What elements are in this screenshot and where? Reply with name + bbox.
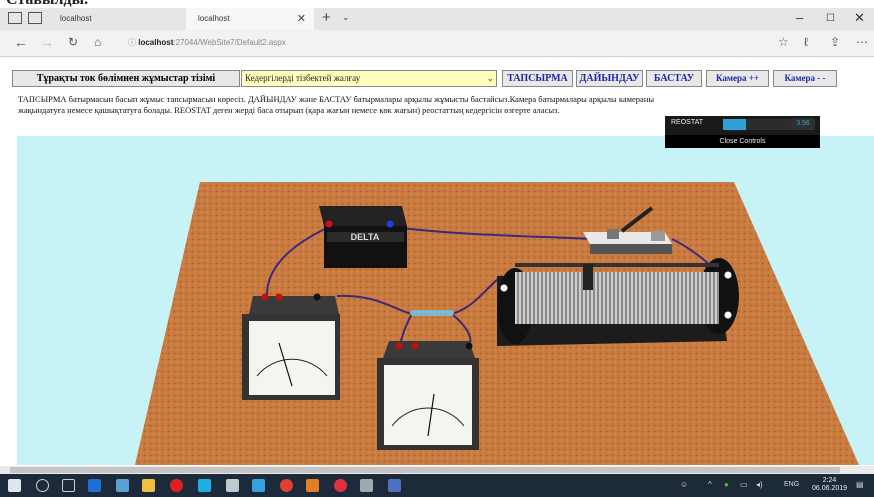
- more-icon[interactable]: ⋯: [856, 35, 868, 49]
- resistor: [410, 310, 454, 316]
- start-button[interactable]: БАСТАУ: [646, 70, 702, 87]
- reostat-slider[interactable]: [723, 119, 798, 130]
- security-icon[interactable]: ●: [724, 480, 729, 489]
- tab-back-icon[interactable]: [28, 12, 42, 24]
- refresh-icon[interactable]: ↻: [68, 35, 78, 49]
- instructions-line-1: ТАПСЫРМА батырмасын басып жұмыс тапсырма…: [18, 94, 655, 104]
- clock-time: 2:24: [822, 477, 837, 484]
- 3d-scene[interactable]: DELTA: [17, 136, 874, 465]
- url-host: localhost: [138, 38, 174, 47]
- url-field[interactable]: ⓘ localhost:27044/WebSite7/Default2.aspx: [128, 35, 728, 51]
- search-icon[interactable]: [36, 479, 49, 492]
- terminal-negative: [386, 220, 394, 228]
- home-icon[interactable]: ⌂: [94, 35, 101, 49]
- circuit-scene: DELTA: [135, 182, 859, 465]
- favorite-icon[interactable]: ☆: [778, 35, 789, 49]
- notifications-icon[interactable]: ▤: [856, 480, 864, 489]
- browser-tab-1[interactable]: localhost: [48, 8, 184, 30]
- reostat-slider-fill: [723, 119, 746, 130]
- app-icon[interactable]: [252, 479, 265, 492]
- camera-in-button[interactable]: Камера ++: [706, 70, 769, 87]
- calculator-icon[interactable]: [360, 479, 373, 492]
- reostat-label: REOSTAT: [671, 119, 704, 126]
- forward-icon[interactable]: →: [40, 34, 54, 50]
- instructions-text: ТАПСЫРМА батырмасын басып жұмыс тапсырма…: [18, 94, 798, 116]
- scroll-thumb[interactable]: [10, 467, 840, 473]
- list-button[interactable]: Тұрақты ток бөлімнен жұмыстар тізімі: [12, 70, 240, 87]
- camera-out-button[interactable]: Камера - -: [773, 70, 837, 87]
- chevron-down-icon: ⌄: [486, 73, 494, 83]
- new-tab-icon[interactable]: +: [322, 9, 331, 26]
- close-tab-icon[interactable]: ✕: [297, 8, 306, 30]
- task-button[interactable]: ТАПСЫРМА: [502, 70, 573, 87]
- instructions-line-2: жақындатуға немесе қашықтатуға болады. R…: [18, 105, 560, 115]
- url-path: :27044/WebSite7/Default2.aspx: [173, 38, 286, 47]
- top-partial-text: Ставылды.: [0, 0, 874, 8]
- clock[interactable]: 2:24 06.06.2019: [812, 477, 847, 493]
- clock-date: 06.06.2019: [812, 485, 848, 492]
- volume-icon[interactable]: ◂): [756, 480, 763, 489]
- ammeter[interactable]: [242, 293, 340, 401]
- controls-panel: REOSTAT 3.56 Close Controls: [665, 116, 820, 148]
- notes-icon[interactable]: ℓ: [804, 35, 808, 49]
- prepare-button[interactable]: ДАЙЫНДАУ: [576, 70, 643, 87]
- address-bar: ← → ↻ ⌂ ⓘ localhost:27044/WebSite7/Defau…: [0, 30, 874, 57]
- battery-label: DELTA: [351, 232, 380, 242]
- network-icon[interactable]: ▭: [740, 480, 748, 489]
- info-icon: ⓘ: [128, 38, 139, 47]
- terminal-positive: [325, 220, 333, 228]
- rheostat-slider[interactable]: [583, 264, 593, 290]
- chevron-down-icon[interactable]: ⌄: [342, 12, 350, 23]
- tab-label: localhost: [198, 14, 230, 23]
- app-icon[interactable]: [198, 479, 211, 492]
- minimize-icon[interactable]: –: [796, 10, 803, 25]
- task-view-icon[interactable]: [62, 479, 75, 492]
- top-partial-label: Ставылды.: [6, 0, 88, 8]
- start-icon[interactable]: [8, 479, 21, 492]
- back-icon[interactable]: ←: [14, 34, 28, 50]
- app-icon[interactable]: [388, 479, 401, 492]
- browser-tab-bar: localhost localhost ✕ + ⌄ – ☐ ✕: [0, 8, 874, 30]
- select-value: Кедергілерді тізбектей жалғау: [245, 73, 361, 83]
- tab-actions-icon[interactable]: [8, 12, 22, 24]
- maximize-icon[interactable]: ☐: [826, 13, 835, 24]
- experiment-select[interactable]: Кедергілерді тізбектей жалғау ⌄: [241, 70, 497, 87]
- browser-tab-2[interactable]: localhost ✕: [186, 8, 314, 30]
- opera-icon[interactable]: [170, 479, 183, 492]
- explorer-icon[interactable]: [116, 479, 129, 492]
- close-window-icon[interactable]: ✕: [854, 10, 865, 26]
- close-controls-button[interactable]: Close Controls: [665, 135, 820, 148]
- app-icon[interactable]: [334, 479, 347, 492]
- chevron-up-icon[interactable]: ^: [708, 480, 712, 489]
- store-icon[interactable]: [142, 479, 155, 492]
- taskbar: ☺ ^ ● ▭ ◂) ENG 2:24 06.06.2019 ▤: [0, 474, 874, 497]
- reostat-value[interactable]: 3.56: [791, 118, 815, 130]
- horizontal-scrollbar[interactable]: [0, 466, 874, 474]
- chrome-icon[interactable]: [280, 479, 293, 492]
- app-icon[interactable]: [226, 479, 239, 492]
- tab-label: localhost: [60, 14, 92, 23]
- battery[interactable]: DELTA: [319, 206, 407, 268]
- language-indicator[interactable]: ENG: [784, 481, 799, 488]
- app-icon[interactable]: [306, 479, 319, 492]
- voltmeter[interactable]: [377, 341, 479, 450]
- share-icon[interactable]: ⇪: [830, 35, 840, 49]
- edge-icon[interactable]: [88, 479, 101, 492]
- people-icon[interactable]: ☺: [680, 480, 688, 489]
